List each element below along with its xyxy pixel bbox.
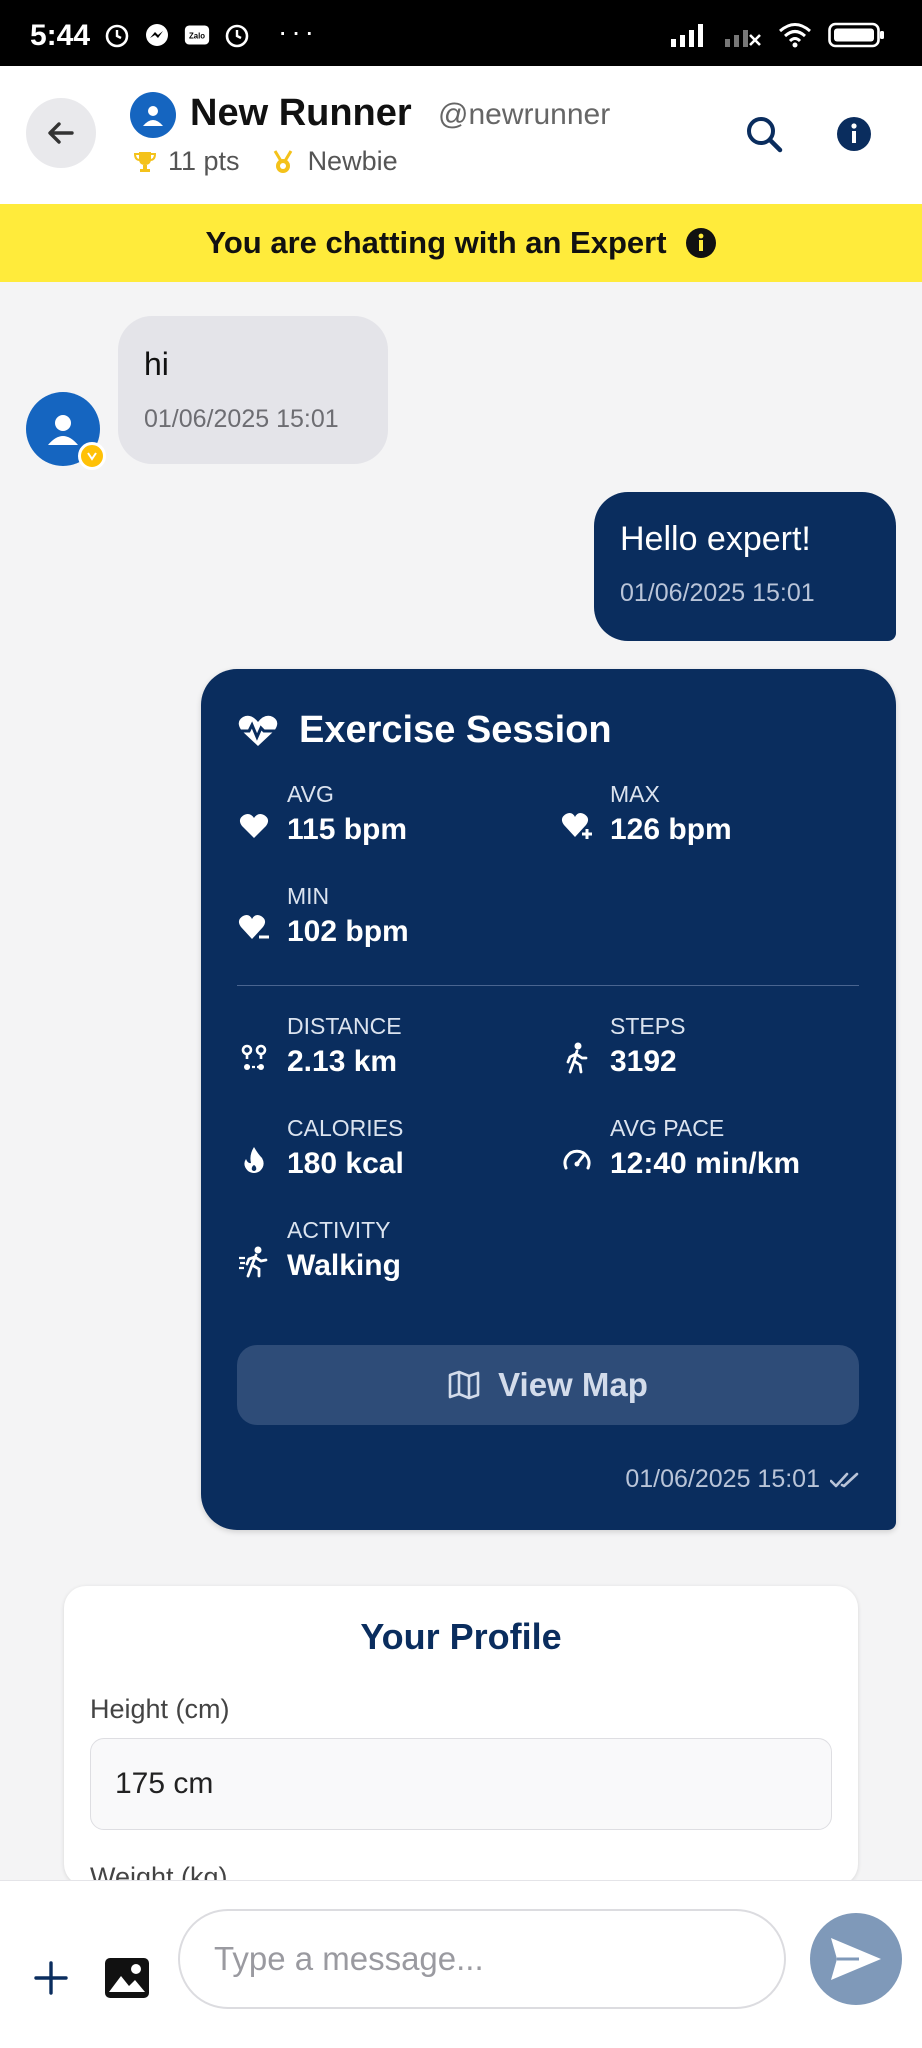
- alarm-icon: [104, 22, 130, 48]
- points-label: 11 pts: [168, 146, 240, 176]
- trophy-icon: [133, 151, 157, 172]
- metric-activity: ACTIVITY Walking: [237, 1217, 537, 1297]
- expert-banner: You are chatting with an Expert: [0, 204, 922, 282]
- running-icon: [237, 1245, 271, 1279]
- contact-name[interactable]: New Runner: [190, 92, 412, 135]
- height-label: Height (cm): [90, 1694, 230, 1724]
- alarm-icon: [224, 22, 250, 48]
- height-field[interactable]: 175 cm: [90, 1738, 832, 1830]
- outgoing-message[interactable]: Hello expert! 01/06/2025 15:01: [594, 492, 896, 641]
- metric-steps: STEPS 3192: [560, 1013, 860, 1093]
- double-check-icon: [830, 1472, 859, 1487]
- metric-avg-heart-rate: AVG 115 bpm: [237, 781, 537, 861]
- view-map-button[interactable]: View Map: [237, 1345, 859, 1425]
- route-icon: [237, 1041, 271, 1075]
- signal-off-icon: [724, 23, 762, 52]
- info-icon: [837, 117, 871, 151]
- message-text: Hello expert!: [620, 520, 811, 558]
- expert-avatar[interactable]: [26, 392, 106, 470]
- message-input[interactable]: Type a message...: [178, 1909, 786, 2009]
- battery-icon: [828, 22, 886, 53]
- message-composer: Type a message...: [0, 1880, 922, 2048]
- send-button[interactable]: [810, 1913, 902, 2005]
- metric-calories: CALORIES 180 kcal: [237, 1115, 537, 1195]
- back-button[interactable]: [26, 98, 96, 168]
- rank-label: Newbie: [307, 146, 398, 176]
- heart-pulse-icon: [238, 715, 278, 746]
- speedometer-icon: [560, 1143, 594, 1177]
- metric-avg-pace: AVG PACE 12:40 min/km: [560, 1115, 860, 1195]
- svg-text:Zalo: Zalo: [189, 31, 205, 40]
- messenger-icon: [144, 22, 170, 48]
- expert-banner-text: You are chatting with an Expert: [205, 225, 667, 260]
- heart-minus-icon: [237, 911, 271, 945]
- search-icon: [747, 117, 783, 153]
- view-map-label: View Map: [498, 1366, 648, 1403]
- metric-distance: DISTANCE 2.13 km: [237, 1013, 537, 1093]
- exercise-timestamp: 01/06/2025 15:01: [625, 1465, 862, 1494]
- info-button[interactable]: [830, 110, 878, 158]
- plus-icon: [34, 1961, 68, 1995]
- user-icon: [143, 106, 163, 126]
- zalo-icon: Zalo: [184, 22, 210, 48]
- attach-image-button[interactable]: [102, 1953, 152, 2003]
- send-icon: [831, 1938, 881, 1980]
- contact-handle: @newrunner: [438, 98, 611, 131]
- exercise-session-card[interactable]: Exercise Session AVG 115 bpm MAX 126 bpm…: [201, 669, 896, 1530]
- arrow-left-icon: [48, 122, 74, 144]
- add-attachment-button[interactable]: [26, 1953, 76, 2003]
- medal-icon: [273, 149, 292, 173]
- map-icon: [448, 1370, 480, 1400]
- status-bar: 5:44 Zalo ···: [0, 0, 922, 66]
- walking-icon: [560, 1041, 594, 1075]
- message-text: hi: [144, 346, 169, 382]
- profile-title: Your Profile: [360, 1616, 562, 1657]
- message-timestamp: 01/06/2025 15:01: [620, 579, 815, 607]
- incoming-message[interactable]: hi 01/06/2025 15:01: [118, 316, 388, 464]
- user-icon: [48, 415, 78, 445]
- status-time: 5:44: [30, 19, 91, 52]
- heart-icon: [237, 809, 271, 843]
- heart-plus-icon: [560, 809, 594, 843]
- search-button[interactable]: [740, 110, 788, 158]
- card-divider: [237, 985, 859, 986]
- info-icon[interactable]: [685, 227, 717, 259]
- flame-icon: [237, 1143, 271, 1177]
- exercise-session-title: Exercise Session: [299, 709, 612, 751]
- wifi-icon: [778, 22, 812, 53]
- metric-max-heart-rate: MAX 126 bpm: [560, 781, 860, 861]
- image-icon: [105, 1958, 149, 1998]
- signal-icon: [670, 23, 708, 52]
- message-timestamp: 01/06/2025 15:01: [144, 405, 339, 433]
- contact-avatar[interactable]: [130, 92, 176, 138]
- more-notifications-indicator: ···: [278, 16, 318, 47]
- metric-min-heart-rate: MIN 102 bpm: [237, 883, 537, 963]
- chat-header: New Runner @newrunner 11 pts Newbie: [0, 66, 922, 204]
- profile-card: Your Profile Height (cm) 175 cm Weight (…: [64, 1586, 858, 1886]
- expert-badge-icon: [78, 442, 106, 470]
